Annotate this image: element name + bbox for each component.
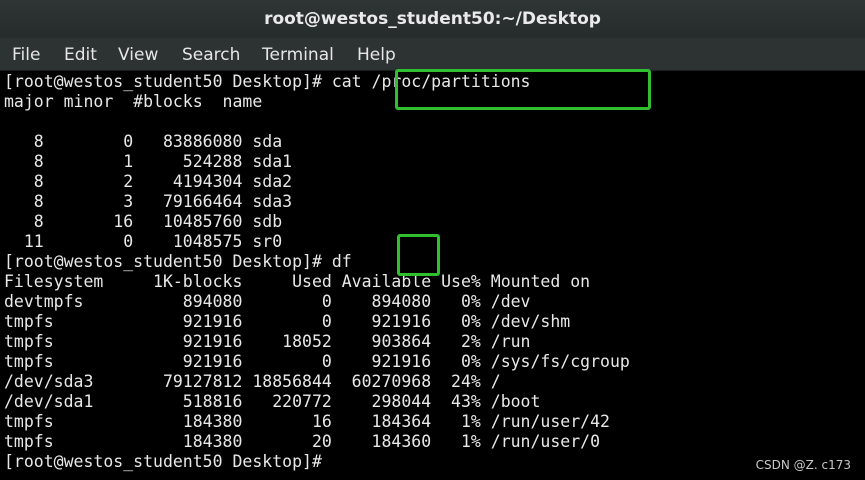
window-title: root@westos_student50:~/Desktop — [264, 9, 601, 29]
df-row: /dev/sda3 79127812 18856844 60270968 24%… — [4, 372, 501, 391]
menu-bar: File Edit View Search Terminal Help — [0, 38, 865, 71]
df-row: tmpfs 921916 0 921916 0% /dev/shm — [4, 312, 571, 331]
partition-row: 8 0 83886080 sda — [4, 132, 283, 151]
menu-help[interactable]: Help — [357, 38, 396, 70]
df-row: tmpfs 184380 16 184364 1% /run/user/42 — [4, 412, 610, 431]
prompt-line: [root@westos_student50 Desktop]# df — [4, 252, 352, 271]
terminal-window: root@westos_student50:~/Desktop File Edi… — [0, 0, 865, 480]
df-row: tmpfs 184380 20 184360 1% /run/user/0 — [4, 432, 601, 451]
partition-row: 8 16 10485760 sdb — [4, 212, 283, 231]
menu-search[interactable]: Search — [182, 38, 240, 70]
current-prompt: [root@westos_student50 Desktop]# — [4, 452, 322, 471]
cat-command-highlight — [395, 69, 651, 110]
terminal-output[interactable]: [root@westos_student50 Desktop]# cat /pr… — [0, 69, 865, 480]
df-row: devtmpfs 894080 0 894080 0% /dev — [4, 292, 531, 311]
partitions-header: major minor #blocks name — [4, 92, 263, 111]
df-header: Filesystem 1K-blocks Used Available Use%… — [4, 272, 591, 291]
partition-row: 11 0 1048575 sr0 — [4, 232, 283, 251]
df-command-highlight — [397, 234, 440, 276]
df-row: tmpfs 921916 0 921916 0% /sys/fs/cgroup — [4, 352, 630, 371]
menu-terminal[interactable]: Terminal — [262, 38, 334, 70]
partition-row: 8 1 524288 sda1 — [4, 152, 293, 171]
menu-edit[interactable]: Edit — [64, 38, 97, 70]
partition-row: 8 2 4194304 sda2 — [4, 172, 293, 191]
watermark: CSDN @Z. c173 — [755, 458, 851, 472]
df-row: tmpfs 921916 18052 903864 2% /run — [4, 332, 531, 351]
menu-file[interactable]: File — [12, 38, 40, 70]
df-row: /dev/sda1 518816 220772 298044 43% /boot — [4, 392, 541, 411]
partition-row: 8 3 79166464 sda3 — [4, 192, 293, 211]
window-titlebar[interactable]: root@westos_student50:~/Desktop — [0, 0, 865, 38]
menu-view[interactable]: View — [118, 38, 158, 70]
